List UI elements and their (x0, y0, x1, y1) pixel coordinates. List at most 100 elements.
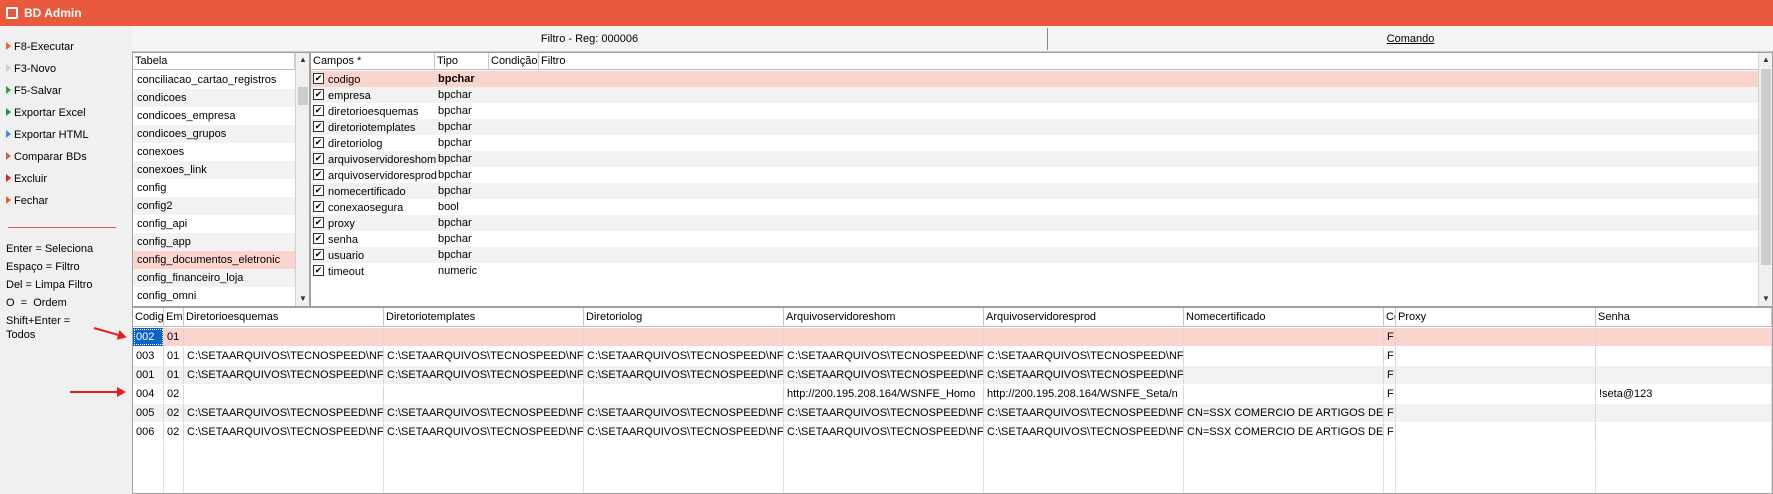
table-list-item[interactable]: config (133, 179, 295, 197)
grid-cell[interactable] (184, 385, 384, 403)
fields-header-condição[interactable]: Condição (489, 53, 539, 70)
grid-cell[interactable] (1184, 366, 1384, 384)
fields-header-filtro[interactable]: Filtro (539, 53, 1759, 70)
grid-cell[interactable]: 01 (164, 366, 184, 384)
grid-cell[interactable]: F (1384, 385, 1396, 403)
menu-item-f8-executar[interactable]: F8-Executar (6, 39, 74, 55)
table-list-item[interactable]: config_api (133, 215, 295, 233)
grid-cell[interactable]: F (1384, 404, 1396, 422)
table-list-item[interactable]: condicoes (133, 89, 295, 107)
field-row[interactable]: ✔ empresa bpchar (311, 87, 1759, 103)
grid-cell[interactable] (1396, 347, 1596, 365)
command-tab[interactable]: Comando (1048, 26, 1773, 52)
grid-cell[interactable]: 02 (164, 423, 184, 441)
grid-cell[interactable] (984, 328, 1184, 346)
grid-header-emp[interactable]: Emp (164, 308, 184, 327)
grid-cell[interactable]: CN=SSX COMERCIO DE ARTIGOS DE (1184, 404, 1384, 422)
grid-row[interactable]: 002 01 F (133, 328, 1772, 346)
grid-cell[interactable]: 01 (164, 347, 184, 365)
menu-item-comparar-bds[interactable]: Comparar BDs (6, 149, 87, 165)
field-checkbox[interactable]: ✔ (313, 185, 324, 196)
grid-cell[interactable] (1184, 347, 1384, 365)
field-checkbox[interactable]: ✔ (313, 169, 324, 180)
table-list-item[interactable]: config_documentos_eletronic (133, 251, 295, 269)
grid-cell[interactable]: C:\SETAARQUIVOS\TECNOSPEED\NF (784, 423, 984, 441)
grid-cell[interactable] (584, 328, 784, 346)
grid-header-diretoriolog[interactable]: Diretoriolog (584, 308, 784, 327)
field-row[interactable]: ✔ nomecertificado bpchar (311, 183, 1759, 199)
grid-header-diretoriotemplates[interactable]: Diretoriotemplates (384, 308, 584, 327)
grid-header-arquivoservidoreshom[interactable]: Arquivoservidoreshom (784, 308, 984, 327)
grid-cell[interactable]: C:\SETAARQUIVOS\TECNOSPEED\NF (584, 404, 784, 422)
field-checkbox[interactable]: ✔ (313, 73, 324, 84)
field-row[interactable]: ✔ arquivoservidoreshom bpchar (311, 151, 1759, 167)
grid-cell[interactable]: C:\SETAARQUIVOS\TECNOSPEED\NF (184, 404, 384, 422)
field-row[interactable]: ✔ timeout numeric (311, 263, 1759, 279)
grid-header-proxy[interactable]: Proxy (1396, 308, 1596, 327)
grid-cell[interactable]: F (1384, 423, 1396, 441)
field-checkbox[interactable]: ✔ (313, 153, 324, 164)
field-checkbox[interactable]: ✔ (313, 265, 324, 276)
menu-item-f5-salvar[interactable]: F5-Salvar (6, 83, 62, 99)
grid-header-arquivoservidoresprod[interactable]: Arquivoservidoresprod (984, 308, 1184, 327)
fields-header-tipo[interactable]: Tipo (435, 53, 489, 70)
table-list-item[interactable]: config_omni (133, 287, 295, 305)
menu-item-f3-novo[interactable]: F3-Novo (6, 61, 56, 77)
grid-cell[interactable] (1396, 366, 1596, 384)
scroll-up-icon[interactable]: ▲ (296, 53, 309, 67)
table-list-item[interactable]: config_financeiro_loja (133, 269, 295, 287)
grid-cell[interactable]: C:\SETAARQUIVOS\TECNOSPEED\NF (184, 366, 384, 384)
menu-item-exportar-html[interactable]: Exportar HTML (6, 127, 89, 143)
grid-cell[interactable] (1396, 423, 1596, 441)
menu-item-excluir[interactable]: Excluir (6, 171, 47, 187)
grid-cell[interactable]: C:\SETAARQUIVOS\TECNOSPEED\NF (984, 404, 1184, 422)
scroll-up-icon[interactable]: ▲ (1759, 53, 1772, 67)
grid-cell[interactable]: C:\SETAARQUIVOS\TECNOSPEED\NF (184, 347, 384, 365)
grid-cell[interactable]: C:\SETAARQUIVOS\TECNOSPEED\NF (584, 423, 784, 441)
field-row[interactable]: ✔ usuario bpchar (311, 247, 1759, 263)
grid-cell[interactable]: 002 (133, 328, 164, 346)
table-list-item[interactable]: conexoes_link (133, 161, 295, 179)
grid-header-diretorioesquemas[interactable]: Diretorioesquemas (184, 308, 384, 327)
field-checkbox[interactable]: ✔ (313, 89, 324, 100)
table-list-item[interactable]: condicoes_empresa (133, 107, 295, 125)
grid-header-senha[interactable]: Senha (1596, 308, 1772, 327)
grid-cell[interactable] (1396, 404, 1596, 422)
tables-header[interactable]: Tabela (133, 53, 295, 70)
grid-cell[interactable]: C:\SETAARQUIVOS\TECNOSPEED\NF (384, 404, 584, 422)
table-list-item[interactable]: conciliacao_cartao_registros (133, 71, 295, 89)
grid-cell[interactable]: 003 (133, 347, 164, 365)
grid-cell[interactable]: 01 (164, 328, 184, 346)
grid-cell[interactable] (1596, 423, 1772, 441)
grid-cell[interactable] (1596, 328, 1772, 346)
grid-cell[interactable]: C:\SETAARQUIVOS\TECNOSPEED\NF (784, 347, 984, 365)
table-list-item[interactable]: conexoes (133, 143, 295, 161)
field-row[interactable]: ✔ diretoriotemplates bpchar (311, 119, 1759, 135)
grid-cell[interactable]: CN=SSX COMERCIO DE ARTIGOS DE (1184, 423, 1384, 441)
grid-cell[interactable]: F (1384, 347, 1396, 365)
grid-cell[interactable]: C:\SETAARQUIVOS\TECNOSPEED\NF (584, 366, 784, 384)
grid-row[interactable]: 005 02 C:\SETAARQUIVOS\TECNOSPEED\NF C:\SET… (133, 404, 1772, 422)
data-grid[interactable]: CodigEmpDiretorioesquemasDiretoriotempla… (132, 307, 1773, 494)
grid-cell[interactable] (1184, 385, 1384, 403)
grid-cell[interactable]: C:\SETAARQUIVOS\TECNOSPEED\NF (984, 347, 1184, 365)
grid-cell[interactable] (1596, 366, 1772, 384)
grid-header-nomecertificado[interactable]: Nomecertificado (1184, 308, 1384, 327)
grid-cell[interactable] (584, 385, 784, 403)
field-row[interactable]: ✔ conexaosegura bool (311, 199, 1759, 215)
grid-cell[interactable]: C:\SETAARQUIVOS\TECNOSPEED\NF (384, 366, 584, 384)
grid-cell[interactable]: C:\SETAARQUIVOS\TECNOSPEED\NF (384, 423, 584, 441)
grid-cell[interactable] (184, 328, 384, 346)
grid-cell[interactable]: 02 (164, 385, 184, 403)
grid-cell[interactable]: 02 (164, 404, 184, 422)
tables-scrollbar[interactable]: ▲ ▼ (295, 53, 309, 306)
grid-cell[interactable]: F (1384, 328, 1396, 346)
grid-cell[interactable]: C:\SETAARQUIVOS\TECNOSPEED\NF (984, 423, 1184, 441)
fields-header-campos[interactable]: Campos * (311, 53, 435, 70)
grid-cell[interactable]: 004 (133, 385, 164, 403)
field-row[interactable]: ✔ proxy bpchar (311, 215, 1759, 231)
grid-cell[interactable]: http://200.195.208.164/WSNFE_Homo (784, 385, 984, 403)
scroll-thumb[interactable] (298, 87, 308, 105)
grid-header-co[interactable]: Co (1384, 308, 1396, 327)
grid-cell[interactable] (384, 385, 584, 403)
